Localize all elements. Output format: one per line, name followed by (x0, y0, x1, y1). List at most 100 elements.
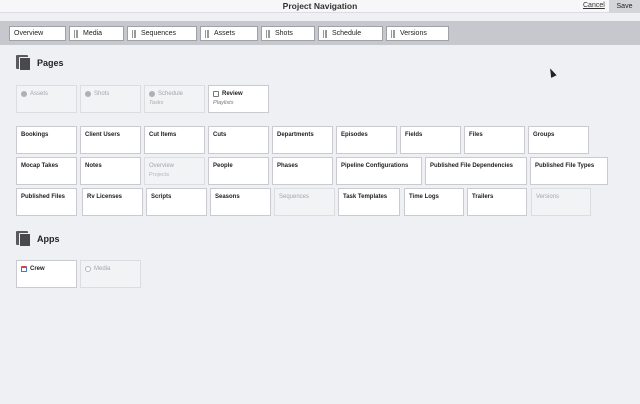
page-card-published-file-types[interactable]: Published File Types (530, 157, 608, 185)
card-sublabel: Tasks (149, 100, 164, 106)
card-label: Mocap Takes (21, 163, 59, 169)
calendar-icon (21, 266, 27, 272)
page-card-groups[interactable]: Groups (528, 126, 589, 154)
card-label: Episodes (341, 132, 368, 138)
app-card-crew[interactable]: Crew (16, 260, 77, 288)
mouse-cursor-icon (547, 67, 557, 78)
tab-label: Sequences (141, 30, 177, 37)
page-card-pipeline-configurations[interactable]: Pipeline Configurations (336, 157, 422, 185)
card-label: Notes (85, 163, 102, 169)
app-card-media[interactable]: Media (80, 260, 141, 288)
page-card-seasons[interactable]: Seasons (210, 188, 271, 216)
tab-label: Assets (214, 30, 236, 37)
page-card-sequences[interactable]: Sequences (274, 188, 335, 216)
card-label: Overview (149, 163, 175, 169)
page-card-published-files[interactable]: Published Files (16, 188, 77, 216)
cancel-link[interactable]: Cancel (583, 2, 605, 9)
page-card-bookings[interactable]: Bookings (16, 126, 77, 154)
tab-versions[interactable]: Versions (386, 26, 449, 41)
card-label: Cut Items (149, 132, 177, 138)
card-label: Phases (277, 163, 299, 169)
card-label: Assets (30, 91, 49, 97)
drag-handle-icon[interactable] (391, 29, 395, 38)
drag-handle-icon[interactable] (74, 29, 78, 38)
page-card-scripts[interactable]: Scripts (146, 188, 207, 216)
card-label: Groups (533, 132, 555, 138)
tab-media[interactable]: Media (69, 26, 124, 41)
tab-label: Schedule (332, 30, 362, 37)
page-card-review[interactable]: Review Playlists (208, 85, 269, 113)
card-label: People (213, 163, 233, 169)
tab-label: Media (83, 30, 103, 37)
page-card-client-users[interactable]: Client Users (80, 126, 141, 154)
tab-overview[interactable]: Overview (9, 26, 66, 41)
card-label: Time Logs (409, 194, 439, 200)
card-label: Fields (405, 132, 423, 138)
section-title: Pages (37, 58, 64, 68)
drag-handle-icon[interactable] (132, 29, 136, 38)
window-title: Project Navigation (282, 1, 358, 11)
assets-icon (21, 91, 27, 97)
drag-handle-icon[interactable] (266, 29, 270, 38)
review-icon (213, 91, 219, 97)
play-icon (85, 266, 91, 272)
card-label: Task Templates (343, 194, 388, 200)
page-card-task-templates[interactable]: Task Templates (338, 188, 400, 216)
card-label: Published Files (21, 194, 66, 200)
top-bar: Project Navigation Cancel Save (0, 0, 640, 13)
page-card-mocap-takes[interactable]: Mocap Takes (16, 157, 77, 185)
card-label: Bookings (21, 132, 49, 138)
page-card-people[interactable]: People (208, 157, 269, 185)
page-card-notes[interactable]: Notes (80, 157, 141, 185)
page-card-trailers[interactable]: Trailers (467, 188, 527, 216)
save-button[interactable]: Save (609, 0, 640, 13)
tab-sequences[interactable]: Sequences (127, 26, 197, 41)
page-card-schedule[interactable]: Schedule Tasks (144, 85, 205, 113)
card-label: Shots (94, 91, 110, 97)
page-card-shots[interactable]: Shots (80, 85, 141, 113)
page-card-time-logs[interactable]: Time Logs (404, 188, 464, 216)
card-label: Seasons (215, 194, 240, 200)
card-label: Versions (536, 194, 560, 200)
page-card-versions[interactable]: Versions (531, 188, 591, 216)
card-label: Published File Dependencies (430, 163, 514, 169)
card-label: Cuts (213, 132, 227, 138)
page-card-files[interactable]: Files (464, 126, 525, 154)
page-card-departments[interactable]: Departments (272, 126, 333, 154)
drag-handle-icon[interactable] (205, 29, 209, 38)
card-label: Review (222, 91, 243, 97)
tab-label: Shots (275, 30, 293, 37)
page-card-cuts[interactable]: Cuts (208, 126, 269, 154)
page-card-episodes[interactable]: Episodes (336, 126, 397, 154)
card-label: Media (94, 266, 111, 272)
tab-label: Versions (400, 30, 427, 37)
card-label: Scripts (151, 194, 172, 200)
card-label: Files (469, 132, 483, 138)
navigation-tab-bar: Overview Media Sequences Assets Shots Sc… (0, 21, 640, 45)
card-label: Published File Types (535, 163, 595, 169)
pages-icon (16, 55, 31, 71)
page-card-fields[interactable]: Fields (400, 126, 461, 154)
page-card-overview[interactable]: Overview Projects (144, 157, 205, 185)
drag-handle-icon[interactable] (323, 29, 327, 38)
tab-schedule[interactable]: Schedule (318, 26, 383, 41)
card-label: Rv Licenses (87, 194, 123, 200)
tab-label: Overview (14, 30, 44, 37)
card-label: Sequences (279, 194, 310, 200)
card-sublabel: Playlists (213, 100, 234, 106)
tab-shots[interactable]: Shots (261, 26, 315, 41)
card-label: Pipeline Configurations (341, 163, 409, 169)
page-card-rv-licenses[interactable]: Rv Licenses (82, 188, 143, 216)
card-label: Departments (277, 132, 314, 138)
page-card-cut-items[interactable]: Cut Items (144, 126, 205, 154)
card-label: Schedule (158, 91, 184, 97)
apps-section-heading: Apps (16, 231, 60, 247)
tab-assets[interactable]: Assets (200, 26, 258, 41)
page-card-assets[interactable]: Assets (16, 85, 77, 113)
page-card-published-file-dependencies[interactable]: Published File Dependencies (425, 157, 527, 185)
page-card-phases[interactable]: Phases (272, 157, 333, 185)
card-sublabel: Projects (149, 172, 170, 178)
shots-icon (85, 91, 91, 97)
card-label: Trailers (472, 194, 494, 200)
section-title: Apps (37, 234, 60, 244)
